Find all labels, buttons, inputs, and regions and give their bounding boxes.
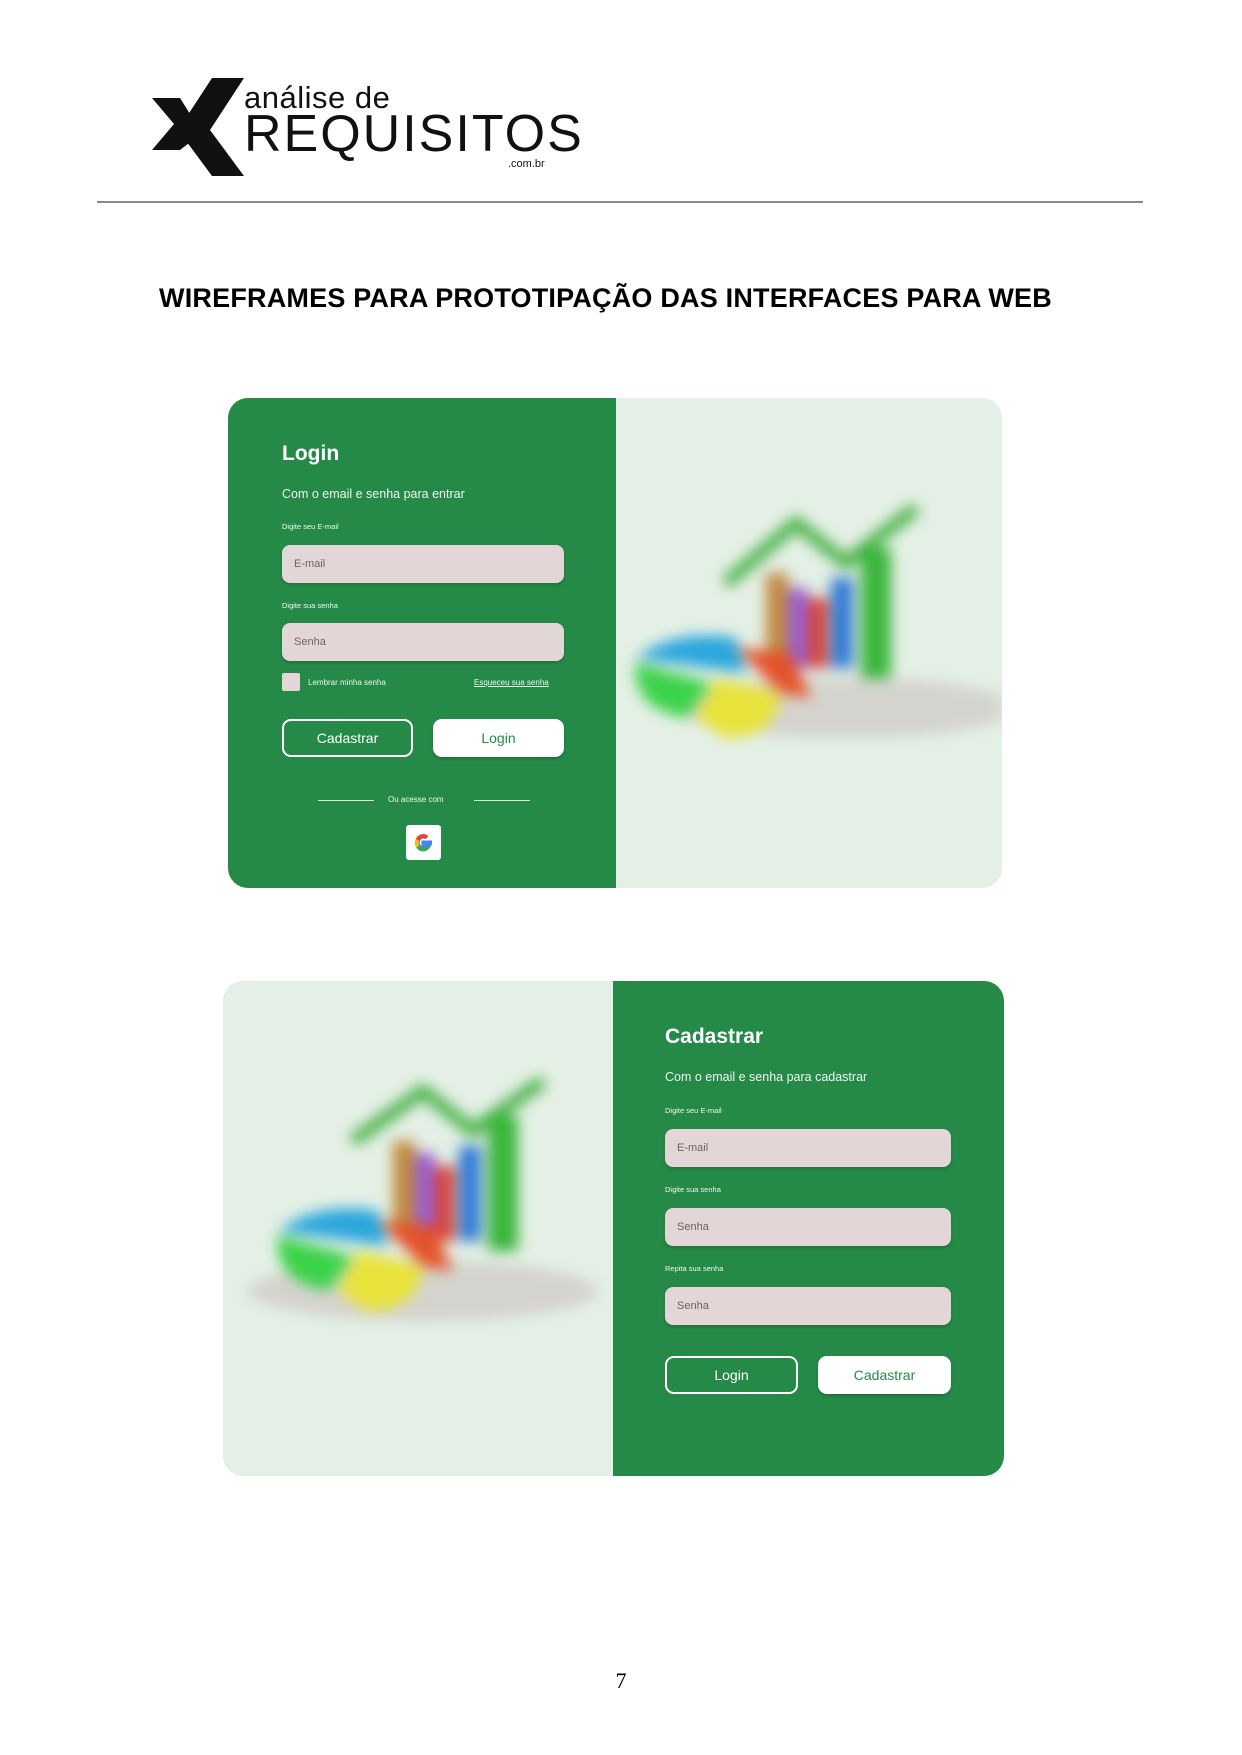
chart-illustration-panel (223, 981, 613, 1476)
login-title: Login (282, 442, 340, 465)
x-chevron-logo-icon (152, 78, 244, 176)
page-title: WIREFRAMES PARA PROTOTIPAÇÃO DAS INTERFA… (159, 283, 1052, 313)
email-field[interactable]: E-mail (665, 1129, 951, 1167)
password-field[interactable]: Senha (665, 1208, 951, 1246)
register-subtitle: Com o email e senha para cadastrar (665, 1070, 868, 1084)
page-number: 7 (615, 1668, 627, 1693)
register-wireframe: Cadastrar Com o email e senha para cadas… (223, 981, 1004, 1476)
google-login-button[interactable] (406, 825, 441, 860)
login-subtitle: Com o email e senha para entrar (282, 487, 465, 501)
password-label: Digite sua senha (665, 1185, 721, 1194)
google-icon (414, 834, 433, 852)
register-title: Cadastrar (665, 1025, 764, 1048)
login-wireframe: Login Com o email e senha para entrar Di… (228, 398, 1002, 888)
repeat-password-field[interactable]: Senha (665, 1287, 951, 1325)
alt-access-label: Ou acesse com (388, 795, 444, 804)
divider-left (318, 800, 374, 801)
chart-illustration (248, 1076, 598, 1321)
divider-right (474, 800, 530, 801)
email-field[interactable]: E-mail (282, 545, 564, 583)
register-panel: Cadastrar Com o email e senha para cadas… (613, 981, 1004, 1476)
repeat-password-label: Repita sua senha (665, 1264, 724, 1273)
password-field[interactable]: Senha (282, 623, 564, 661)
remember-label: Lembrar minha senha (308, 678, 386, 687)
site-logo: análise de REQUISITOS .com.br (152, 78, 582, 178)
register-button[interactable]: Cadastrar (282, 719, 413, 757)
email-label: Digite seu E-mail (282, 522, 339, 531)
header-divider (97, 201, 1143, 203)
login-button[interactable]: Login (665, 1356, 798, 1394)
email-label: Digite seu E-mail (665, 1106, 722, 1115)
password-label: Digite sua senha (282, 601, 338, 610)
forgot-password-link[interactable]: Esqueceu sua senha (474, 678, 549, 687)
chart-illustration (635, 503, 1002, 738)
chart-illustration-panel (616, 398, 1002, 888)
login-panel: Login Com o email e senha para entrar Di… (228, 398, 616, 888)
logo-text-sub: .com.br (508, 158, 545, 170)
logo-text-main: REQUISITOS (244, 105, 584, 163)
remember-checkbox[interactable] (282, 673, 300, 691)
login-button[interactable]: Login (433, 719, 564, 757)
register-button[interactable]: Cadastrar (818, 1356, 951, 1394)
